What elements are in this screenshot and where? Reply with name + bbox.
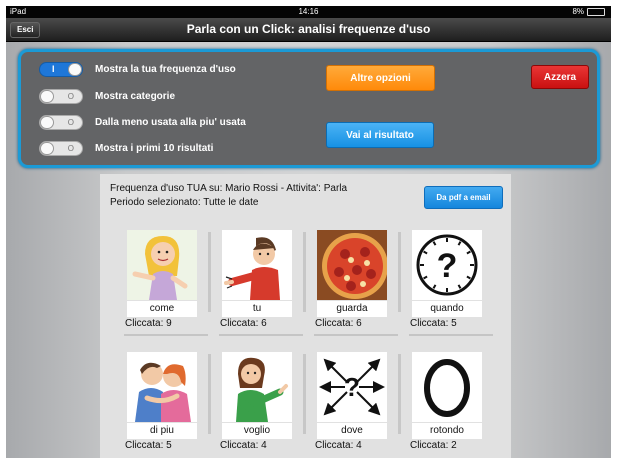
circle-o-icon: [412, 352, 482, 422]
card-count: Cliccata: 4: [220, 440, 267, 451]
card-separator: [398, 354, 401, 434]
toggle-row-ordine[interactable]: O Dalla meno usata alla piu' usata: [39, 115, 246, 130]
page-title: Parla con un Click: analisi frequenze d'…: [186, 22, 431, 36]
report-subject: Frequenza d'uso TUA su: Mario Rossi - At…: [110, 183, 348, 194]
card-voglio[interactable]: voglio Cliccata: 4: [219, 352, 306, 458]
card-divider: [314, 334, 398, 336]
battery-icon: [587, 8, 605, 16]
altre-opzioni-button[interactable]: Altre opzioni: [326, 65, 435, 91]
toggle-knob: [40, 116, 54, 129]
toggle-off-glyph: O: [67, 144, 74, 153]
nav-bar: Esci Parla con un Click: analisi frequen…: [6, 18, 611, 42]
card-label: tu: [222, 301, 292, 317]
toggle-off-glyph: O: [67, 92, 74, 101]
battery-status: 8%: [572, 6, 605, 18]
toggle-knob: [40, 90, 54, 103]
card-tu[interactable]: tu Cliccata: 6: [219, 230, 306, 348]
card-label: quando: [412, 301, 482, 317]
svg-text:?: ?: [437, 247, 458, 285]
toggle-row-categorie[interactable]: O Mostra categorie: [39, 89, 175, 104]
card-count: Cliccata: 2: [410, 440, 457, 451]
vai-al-risultato-button[interactable]: Vai al risultato: [326, 122, 434, 148]
report-period: Periodo selezionato: Tutte le date: [110, 197, 259, 208]
card-count: Cliccata: 5: [410, 318, 457, 329]
boy-pointing-icon: [222, 230, 292, 300]
toggle-row-frequenza[interactable]: I Mostra la tua frequenza d'uso: [39, 62, 236, 77]
status-bar: iPad 14:16 8%: [6, 6, 611, 18]
pizza-icon: [317, 230, 387, 300]
two-kids-hugging-icon: [127, 352, 197, 422]
card-divider: [219, 334, 303, 336]
toggle-off-glyph: O: [67, 118, 74, 127]
card-label: guarda: [317, 301, 387, 317]
card-separator: [398, 232, 401, 312]
card-separator: [303, 232, 306, 312]
card-label: di piu: [127, 423, 197, 439]
toggle-ordine[interactable]: O: [39, 115, 83, 130]
card-count: Cliccata: 4: [315, 440, 362, 451]
card-separator: [208, 232, 211, 312]
toggle-primi10[interactable]: O: [39, 141, 83, 156]
toggle-label-primi10: Mostra i primi 10 risultati: [95, 143, 214, 154]
toggle-label-categorie: Mostra categorie: [95, 91, 176, 102]
azzera-button[interactable]: Azzera: [531, 65, 589, 89]
options-panel: I Mostra la tua frequenza d'uso O Mostra…: [18, 49, 600, 168]
results-area: Frequenza d'uso TUA su: Mario Rossi - At…: [100, 174, 511, 458]
toggle-frequenza[interactable]: I: [39, 62, 83, 77]
card-count: Cliccata: 6: [315, 318, 362, 329]
card-divider: [409, 334, 493, 336]
card-separator: [208, 354, 211, 434]
card-dove[interactable]: ? dove Cliccata: 4: [314, 352, 401, 458]
card-guarda[interactable]: guarda Cliccata: 6: [314, 230, 401, 348]
card-rotondo[interactable]: rotondo Cliccata: 2: [409, 352, 493, 458]
card-count: Cliccata: 6: [220, 318, 267, 329]
card-label: come: [127, 301, 197, 317]
card-divider: [124, 334, 208, 336]
svg-text:?: ?: [344, 372, 360, 402]
card-label: voglio: [222, 423, 292, 439]
toggle-categorie[interactable]: O: [39, 89, 83, 104]
girl-wanting-icon: [222, 352, 292, 422]
battery-percent: 8%: [572, 7, 584, 16]
card-count: Cliccata: 9: [125, 318, 172, 329]
toggle-label-frequenza: Mostra la tua frequenza d'uso: [95, 64, 236, 75]
toggle-on-glyph: I: [52, 64, 55, 74]
status-time: 14:16: [298, 7, 319, 16]
card-label: dove: [317, 423, 387, 439]
pdf-email-button[interactable]: Da pdf a email: [424, 186, 503, 209]
toggle-knob: [40, 142, 54, 155]
card-count: Cliccata: 5: [125, 440, 172, 451]
card-come[interactable]: come Cliccata: 9: [124, 230, 211, 348]
app-frame: iPad 14:16 8% Esci Parla con un Click: a…: [6, 6, 611, 458]
arrows-question-icon: ?: [317, 352, 387, 422]
toggle-row-primi10[interactable]: O Mostra i primi 10 risultati: [39, 141, 213, 156]
clock-question-icon: ?: [412, 230, 482, 300]
report-info: Frequenza d'uso TUA su: Mario Rossi - At…: [110, 182, 410, 210]
girl-gesturing-icon: [127, 230, 197, 300]
card-di-piu[interactable]: di piu Cliccata: 5: [124, 352, 211, 458]
toggle-label-ordine: Dalla meno usata alla piu' usata: [95, 117, 246, 128]
card-separator: [303, 354, 306, 434]
toggle-knob: [68, 63, 82, 76]
card-label: rotondo: [412, 423, 482, 439]
card-quando[interactable]: ? quando Cliccata: 5: [409, 230, 493, 348]
